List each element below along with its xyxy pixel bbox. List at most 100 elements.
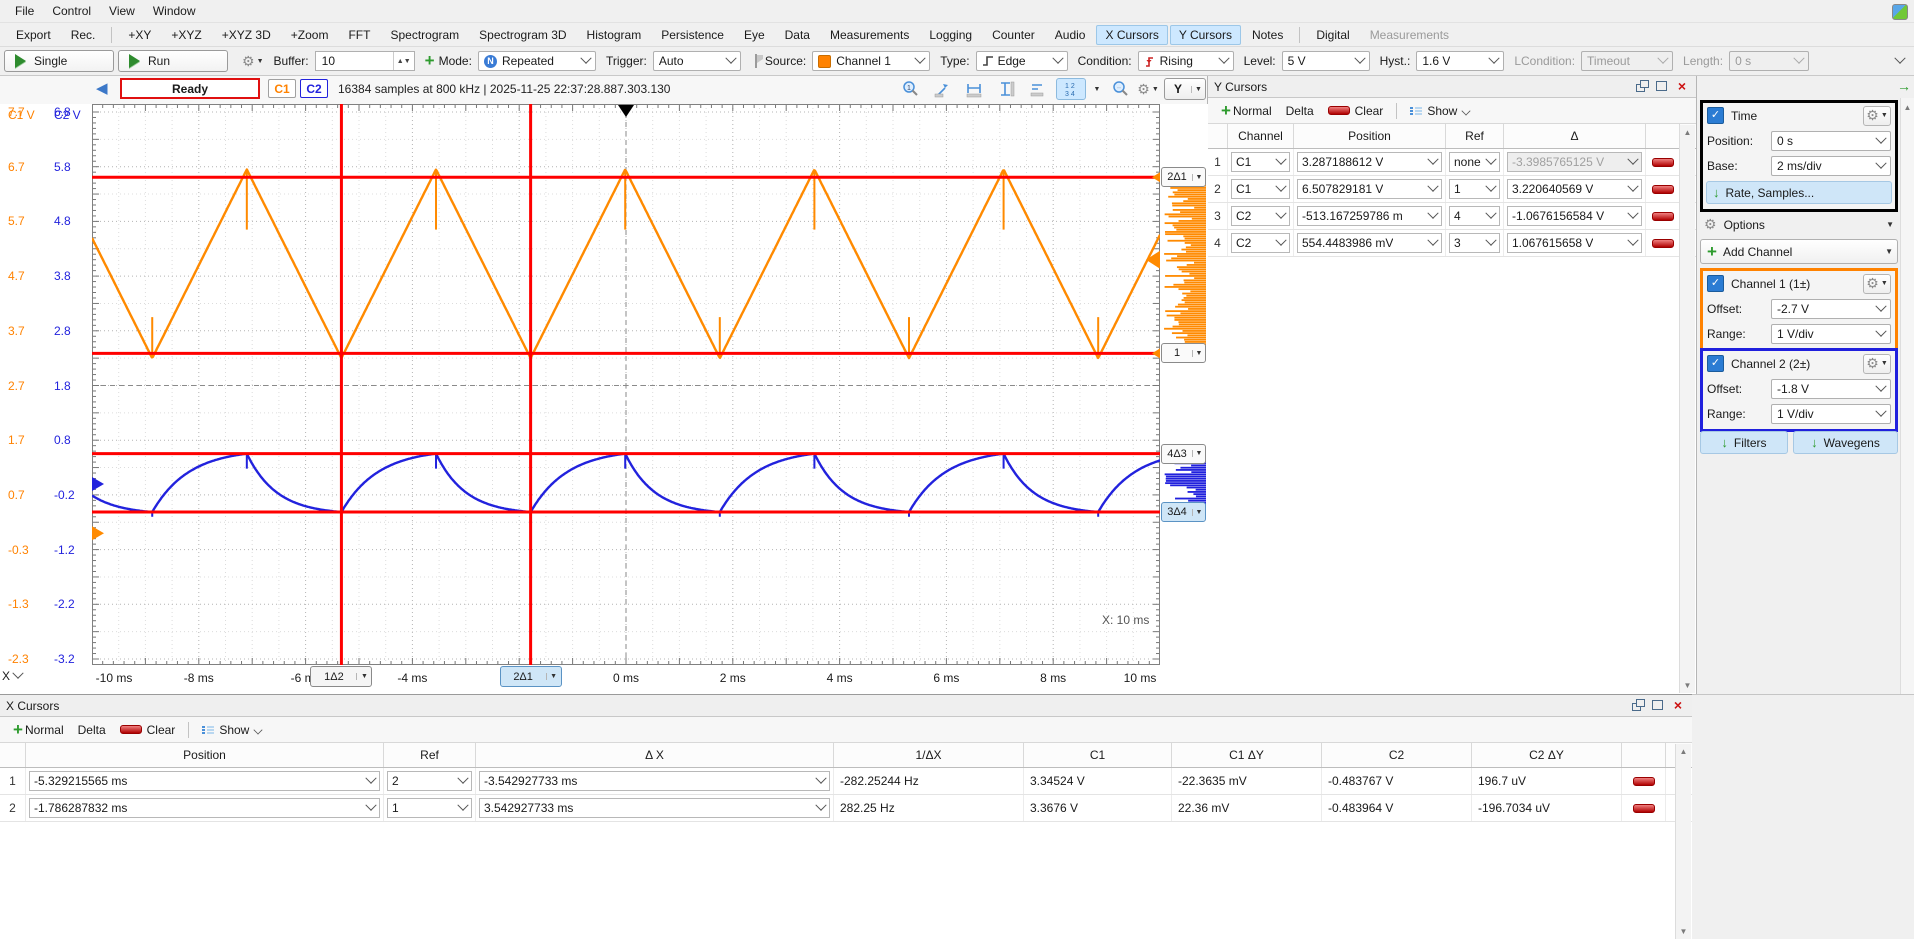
view-tab-xy[interactable]: +XY — [119, 25, 160, 45]
ref-select[interactable]: 1 — [1449, 179, 1500, 199]
menu-control[interactable]: Control — [43, 2, 100, 20]
toolbar-overflow-icon[interactable] — [1894, 53, 1905, 64]
buffer-gear-icon[interactable]: ⚙ — [242, 53, 255, 70]
ref-select[interactable]: 1 — [387, 798, 472, 818]
view-tab-audio[interactable]: Audio — [1046, 25, 1095, 45]
delta-x-field[interactable]: -3.542927733 ms — [479, 771, 830, 791]
single-button[interactable]: Single — [4, 50, 114, 72]
view-tab-rec[interactable]: Rec. — [62, 25, 105, 45]
view-tab-xyz-3d[interactable]: +XYZ 3D — [213, 25, 280, 45]
float-window-icon[interactable] — [1634, 80, 1650, 93]
view-tab-x-cursors[interactable]: X Cursors — [1096, 25, 1167, 45]
position-field[interactable]: -1.786287832 ms — [29, 798, 380, 818]
mode-select[interactable]: NRepeated — [478, 51, 596, 71]
pointer-tool-icon[interactable] — [928, 78, 956, 100]
y-cursor-marker-1[interactable]: 1▼ — [1161, 343, 1206, 363]
channel-select[interactable]: C1 — [1231, 152, 1290, 172]
add-normal-cursor-button[interactable]: +Normal — [1212, 102, 1279, 120]
view-tab-persistence[interactable]: Persistence — [652, 25, 733, 45]
view-tab-data[interactable]: Data — [776, 25, 819, 45]
plot-area[interactable]: C1 V C2 V 7.76.75.74.73.72.71.70.7-0.3-1… — [0, 104, 1208, 694]
remove-cursor-button[interactable] — [1652, 158, 1674, 167]
waveform-plot[interactable]: X: 10 ms — [92, 104, 1160, 665]
view-tab-zoom[interactable]: +Zoom — [282, 25, 338, 45]
x-cursor-marker-1-2[interactable]: 1Δ2▼ — [310, 666, 372, 687]
time-base-select[interactable]: 2 ms/div — [1771, 156, 1891, 176]
position-field[interactable]: -5.329215565 ms — [29, 771, 380, 791]
view-tab-logging[interactable]: Logging — [920, 25, 981, 45]
y-cursor-marker-3-4[interactable]: 3Δ4▼ — [1161, 502, 1206, 522]
y-axis-selector[interactable]: Y ▼ — [1164, 78, 1206, 100]
wavegens-button[interactable]: ↓Wavegens — [1793, 431, 1898, 454]
remove-cursor-button[interactable] — [1652, 239, 1674, 248]
trigger-select[interactable]: Auto — [653, 51, 741, 71]
delta-field[interactable]: 3.220640569 V — [1507, 179, 1642, 199]
options-row[interactable]: ⚙ Options ▼ — [1700, 212, 1898, 237]
channel1-gear-button[interactable]: ⚙▼ — [1863, 274, 1891, 294]
spinner-arrows-icon[interactable]: ▲▼ — [393, 52, 414, 70]
lcondition-select[interactable]: Timeout — [1581, 51, 1673, 71]
channel-select[interactable]: C2 — [1231, 233, 1290, 253]
channel1-toggle-button[interactable]: C1 — [268, 79, 296, 98]
channel-select[interactable]: C1 — [1231, 179, 1290, 199]
menu-view[interactable]: View — [100, 2, 144, 20]
rate-samples-button[interactable]: ↓Rate, Samples... — [1706, 181, 1892, 204]
float-window-icon[interactable] — [1630, 699, 1646, 712]
x-cursors-scrollbar[interactable]: ▲ ▼ — [1675, 744, 1691, 939]
view-tab-spectrogram-3d[interactable]: Spectrogram 3D — [470, 25, 575, 45]
remove-cursor-button[interactable] — [1652, 185, 1674, 194]
grid-caret-icon[interactable]: ▼ — [1090, 78, 1104, 100]
remove-cursor-button[interactable] — [1633, 777, 1655, 786]
sidebar-scrollbar[interactable]: ▲ — [1900, 98, 1914, 694]
delta-x-field[interactable]: 3.542927733 ms — [479, 798, 830, 818]
show-menu-button[interactable]: Show — [195, 721, 269, 739]
view-tab-notes[interactable]: Notes — [1243, 25, 1292, 45]
add-delta-cursor-button[interactable]: Delta — [71, 721, 113, 739]
type-select[interactable]: Edge — [976, 51, 1068, 71]
view-tab-counter[interactable]: Counter — [983, 25, 1044, 45]
delta-field[interactable]: -1.0676156584 V — [1507, 206, 1642, 226]
add-normal-cursor-button[interactable]: +Normal — [4, 721, 71, 739]
menu-file[interactable]: File — [6, 2, 43, 20]
view-tab-eye[interactable]: Eye — [735, 25, 774, 45]
y-cursor-marker-4-3[interactable]: 4Δ3▼ — [1161, 444, 1206, 464]
hysteresis-select[interactable]: 1.6 V — [1416, 51, 1504, 71]
maximize-window-icon[interactable] — [1650, 699, 1666, 712]
condition-select[interactable]: Rising — [1138, 51, 1234, 71]
view-tab-xyz[interactable]: +XYZ — [162, 25, 210, 45]
scroll-up-icon[interactable]: ▲ — [1901, 100, 1914, 115]
scroll-down-icon[interactable]: ▼ — [1680, 678, 1695, 693]
add-delta-cursor-button[interactable]: Delta — [1279, 102, 1321, 120]
show-menu-button[interactable]: Show — [1403, 102, 1477, 120]
time-checkbox[interactable]: ✓ — [1707, 107, 1724, 124]
channel2-range-select[interactable]: 1 V/div — [1771, 404, 1891, 424]
close-window-icon[interactable]: × — [1670, 699, 1686, 712]
channel2-offset-select[interactable]: -1.8 V — [1771, 379, 1891, 399]
menu-window[interactable]: Window — [144, 2, 205, 20]
measure-lines-icon[interactable] — [1024, 78, 1052, 100]
time-position-select[interactable]: 0 s — [1771, 131, 1891, 151]
length-select[interactable]: 0 s — [1729, 51, 1809, 71]
channel1-checkbox[interactable]: ✓ — [1707, 275, 1724, 292]
expand-right-icon[interactable]: → — [1896, 78, 1912, 94]
channel-select[interactable]: C2 — [1231, 206, 1290, 226]
time-gear-button[interactable]: ⚙▼ — [1863, 106, 1891, 126]
y-cursors-scrollbar[interactable]: ▲ ▼ — [1679, 125, 1695, 693]
view-tab-measurements[interactable]: Measurements — [1361, 25, 1458, 45]
add-channel-button[interactable]: + Add Channel ▼ — [1700, 239, 1898, 264]
ref-select[interactable]: none — [1449, 152, 1500, 172]
x-cursor-marker-2-1[interactable]: 2Δ1▼ — [500, 666, 562, 687]
scroll-up-icon[interactable]: ▲ — [1676, 744, 1691, 759]
y-cursor-marker-2-1[interactable]: 2Δ1▼ — [1161, 167, 1206, 187]
remove-cursor-button[interactable] — [1633, 804, 1655, 813]
delta-field[interactable]: 1.067615658 V — [1507, 233, 1642, 253]
maximize-window-icon[interactable] — [1654, 80, 1670, 93]
view-tab-y-cursors[interactable]: Y Cursors — [1170, 25, 1241, 45]
view-tab-fft[interactable]: FFT — [339, 25, 379, 45]
run-button[interactable]: Run — [118, 50, 228, 72]
source-select[interactable]: Channel 1 — [812, 51, 930, 71]
view-tab-spectrogram[interactable]: Spectrogram — [381, 25, 468, 45]
ref-select[interactable]: 3 — [1449, 233, 1500, 253]
channel2-checkbox[interactable]: ✓ — [1707, 355, 1724, 372]
level-select[interactable]: 5 V — [1282, 51, 1370, 71]
